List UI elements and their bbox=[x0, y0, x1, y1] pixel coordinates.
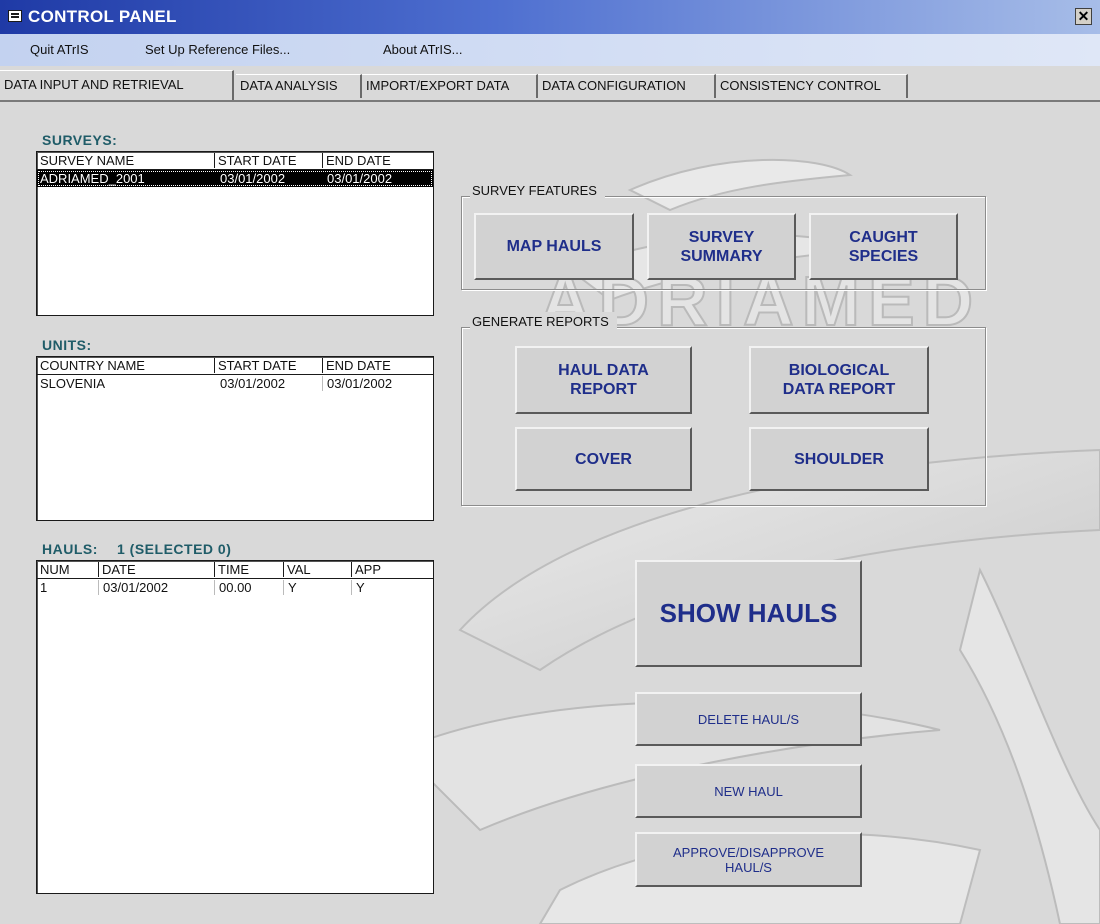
units-col-start[interactable]: START DATE bbox=[218, 358, 297, 373]
menu-bar: Quit ATrIS Set Up Reference Files... Abo… bbox=[0, 34, 1100, 66]
table-row[interactable]: ADRIAMED_2001 03/01/2002 03/01/2002 bbox=[37, 170, 433, 187]
units-listbox[interactable]: COUNTRY NAME START DATE END DATE SLOVENI… bbox=[36, 356, 434, 521]
unit-start-cell: 03/01/2002 bbox=[220, 376, 286, 391]
surveys-col-start[interactable]: START DATE bbox=[218, 153, 297, 168]
surveys-col-end[interactable]: END DATE bbox=[326, 153, 391, 168]
surveys-header-row: SURVEY NAME START DATE END DATE bbox=[37, 152, 433, 170]
menu-quit[interactable]: Quit ATrIS bbox=[30, 42, 89, 57]
haul-num-cell: 1 bbox=[40, 580, 48, 595]
tab-data-input-and-retrieval[interactable]: DATA INPUT AND RETRIEVAL bbox=[0, 70, 234, 100]
caught-species-button[interactable]: CAUGHT SPECIES bbox=[809, 213, 958, 280]
unit-end-cell: 03/01/2002 bbox=[327, 376, 393, 391]
haul-data-report-button[interactable]: HAUL DATA REPORT bbox=[515, 346, 692, 414]
tab-consistency-control[interactable]: CONSISTENCY CONTROL bbox=[716, 74, 908, 98]
haul-app-cell: Y bbox=[356, 580, 365, 595]
new-haul-button[interactable]: NEW HAUL bbox=[635, 764, 862, 818]
hauls-listbox[interactable]: NUM DATE TIME VAL APP 1 03/01/2002 00.00… bbox=[36, 560, 434, 894]
hauls-count: 1 (SELECTED 0) bbox=[117, 541, 232, 557]
tab-data-analysis[interactable]: DATA ANALYSIS bbox=[236, 74, 362, 98]
hauls-col-time[interactable]: TIME bbox=[218, 562, 249, 577]
biological-data-report-button[interactable]: BIOLOGICAL DATA REPORT bbox=[749, 346, 929, 414]
hauls-label: HAULS: bbox=[42, 541, 98, 557]
survey-features-label: SURVEY FEATURES bbox=[470, 181, 605, 200]
approve-disapprove-hauls-button[interactable]: APPROVE/DISAPPROVE HAUL/S bbox=[635, 832, 862, 887]
hauls-col-val[interactable]: VAL bbox=[287, 562, 311, 577]
unit-country-cell: SLOVENIA bbox=[40, 376, 106, 391]
form-icon bbox=[8, 10, 22, 22]
menu-about[interactable]: About ATrIS... bbox=[383, 42, 462, 57]
tab-data-configuration[interactable]: DATA CONFIGURATION bbox=[538, 74, 716, 98]
units-header-row: COUNTRY NAME START DATE END DATE bbox=[37, 357, 433, 375]
show-hauls-button[interactable]: SHOW HAULS bbox=[635, 560, 862, 667]
table-row[interactable]: SLOVENIA 03/01/2002 03/01/2002 bbox=[37, 375, 433, 392]
table-row[interactable]: 1 03/01/2002 00.00 Y Y bbox=[37, 579, 433, 596]
hauls-col-num[interactable]: NUM bbox=[40, 562, 70, 577]
surveys-col-name[interactable]: SURVEY NAME bbox=[40, 153, 134, 168]
hauls-header-row: NUM DATE TIME VAL APP bbox=[37, 561, 433, 579]
tab-strip: DATA INPUT AND RETRIEVAL DATA ANALYSIS I… bbox=[0, 68, 1100, 102]
units-col-end[interactable]: END DATE bbox=[326, 358, 391, 373]
hauls-col-date[interactable]: DATE bbox=[102, 562, 136, 577]
window-title: CONTROL PANEL bbox=[28, 7, 177, 26]
shoulder-button[interactable]: SHOULDER bbox=[749, 427, 929, 491]
survey-summary-button[interactable]: SURVEY SUMMARY bbox=[647, 213, 796, 280]
menu-setup-reference-files[interactable]: Set Up Reference Files... bbox=[145, 42, 290, 57]
delete-hauls-button[interactable]: DELETE HAUL/S bbox=[635, 692, 862, 746]
hauls-col-app[interactable]: APP bbox=[355, 562, 381, 577]
haul-val-cell: Y bbox=[288, 580, 297, 595]
haul-date-cell: 03/01/2002 bbox=[103, 580, 169, 595]
surveys-label: SURVEYS: bbox=[42, 132, 118, 148]
survey-start-cell: 03/01/2002 bbox=[220, 171, 286, 186]
surveys-listbox[interactable]: SURVEY NAME START DATE END DATE ADRIAMED… bbox=[36, 151, 434, 316]
map-hauls-button[interactable]: MAP HAULS bbox=[474, 213, 634, 280]
survey-end-cell: 03/01/2002 bbox=[327, 171, 393, 186]
cover-button[interactable]: COVER bbox=[515, 427, 692, 491]
close-button[interactable]: ✕ bbox=[1075, 8, 1092, 25]
haul-time-cell: 00.00 bbox=[219, 580, 252, 595]
units-label: UNITS: bbox=[42, 337, 92, 353]
tab-import-export-data[interactable]: IMPORT/EXPORT DATA bbox=[362, 74, 538, 98]
survey-name-cell: ADRIAMED_2001 bbox=[40, 171, 145, 186]
generate-reports-label: GENERATE REPORTS bbox=[470, 312, 617, 331]
units-col-country[interactable]: COUNTRY NAME bbox=[40, 358, 145, 373]
title-bar: CONTROL PANEL ✕ bbox=[0, 0, 1100, 35]
control-panel-window: CONTROL PANEL ✕ Quit ATrIS Set Up Refere… bbox=[0, 0, 1100, 924]
